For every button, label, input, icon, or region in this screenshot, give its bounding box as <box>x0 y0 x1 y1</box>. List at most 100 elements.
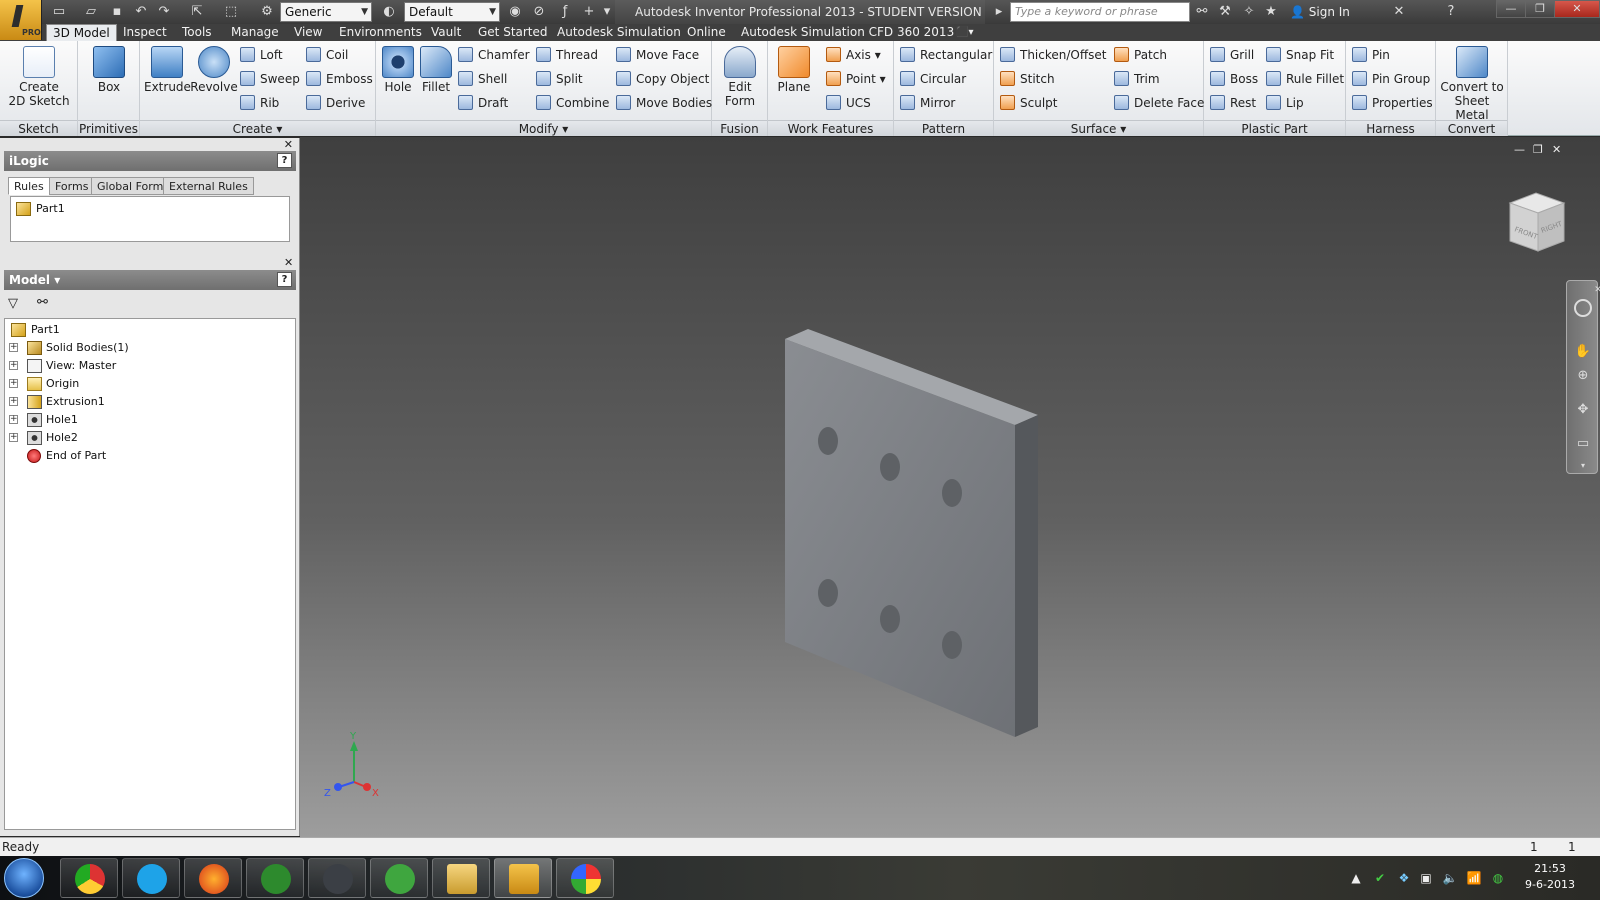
binoculars-icon[interactable]: ⚯ <box>1193 3 1211 21</box>
new-file-icon[interactable]: ▭ <box>50 3 68 21</box>
tab-autodesk-simulation[interactable]: Autodesk Simulation <box>551 24 687 41</box>
taskbar-chrome[interactable] <box>60 858 118 898</box>
show-hidden-icons-icon[interactable]: ▲ <box>1348 870 1364 886</box>
tab-forms[interactable]: Forms <box>49 177 95 195</box>
pin-button[interactable]: Pin <box>1352 45 1390 65</box>
expand-icon[interactable]: + <box>9 343 18 352</box>
sign-in-button[interactable]: 👤 Sign In <box>1290 0 1350 24</box>
mirror-button[interactable]: Mirror <box>900 93 955 113</box>
taskbar-hangouts[interactable] <box>370 858 428 898</box>
expand-icon[interactable]: + <box>9 379 18 388</box>
taskbar-explorer[interactable] <box>432 858 490 898</box>
tab-get-started[interactable]: Get Started <box>472 24 554 41</box>
dropbox-icon[interactable]: ❖ <box>1396 870 1412 886</box>
emboss-button[interactable]: Emboss <box>306 69 373 89</box>
close-ilogic-pane-icon[interactable]: ✕ <box>284 138 293 151</box>
box-button[interactable]: Box <box>84 46 134 94</box>
help-icon[interactable]: ? <box>277 153 292 168</box>
taskbar-paint[interactable] <box>556 858 614 898</box>
tab-manage[interactable]: Manage <box>225 24 285 41</box>
lip-button[interactable]: Lip <box>1266 93 1304 113</box>
create-2d-sketch-button[interactable]: Create 2D Sketch <box>4 46 74 108</box>
volume-muted-icon[interactable]: 🔈 <box>1442 870 1458 886</box>
expand-icon[interactable]: + <box>9 397 18 406</box>
tab-tools[interactable]: Tools <box>176 24 218 41</box>
tree-node-hole1[interactable]: + Hole1 <box>5 411 285 429</box>
clear-icon[interactable]: ⊘ <box>530 3 548 21</box>
hole-button[interactable]: Hole <box>380 46 416 94</box>
expand-icon[interactable]: + <box>9 361 18 370</box>
model-header[interactable]: Model ▾ ? <box>4 270 296 290</box>
tree-node-extrusion1[interactable]: + Extrusion1 <box>5 393 285 411</box>
derive-button[interactable]: Derive <box>306 93 365 113</box>
revolve-button[interactable]: Revolve <box>190 46 238 94</box>
plane-button[interactable]: Plane <box>772 46 816 94</box>
chamfer-button[interactable]: Chamfer <box>458 45 530 65</box>
extrude-button[interactable]: Extrude <box>144 46 191 94</box>
clock-time[interactable]: 21:53 <box>1510 862 1590 875</box>
axis-button[interactable]: Axis ▾ <box>826 45 881 65</box>
customize-icon[interactable]: ▾ <box>598 3 616 21</box>
customize-navbar-icon[interactable]: ▾ <box>1574 457 1592 475</box>
rest-button[interactable]: Rest <box>1210 93 1256 113</box>
grill-button[interactable]: Grill <box>1210 45 1254 65</box>
exchange-x-icon[interactable]: ✕ <box>1390 3 1408 21</box>
select-icon[interactable]: ⬚ <box>222 3 240 21</box>
tab-rules[interactable]: Rules <box>8 177 50 195</box>
move-face-button[interactable]: Move Face <box>616 45 699 65</box>
application-menu-button[interactable]: PRO <box>0 0 42 40</box>
shell-button[interactable]: Shell <box>458 69 507 89</box>
thread-button[interactable]: Thread <box>536 45 598 65</box>
return-icon[interactable]: ⇱ <box>188 3 206 21</box>
device-icon[interactable]: ▣ <box>1418 870 1434 886</box>
zoom-icon[interactable]: ⊕ <box>1574 367 1592 385</box>
taskbar-steam[interactable] <box>308 858 366 898</box>
add-icon[interactable]: + <box>580 3 598 21</box>
taskbar-utorrent[interactable] <box>246 858 304 898</box>
tab-simulation-cfd[interactable]: Autodesk Simulation CFD 360 2013 <box>735 24 960 41</box>
tree-node-origin[interactable]: + Origin <box>5 375 285 393</box>
draft-button[interactable]: Draft <box>458 93 508 113</box>
ucs-button[interactable]: UCS <box>826 93 871 113</box>
properties-button[interactable]: Properties <box>1352 93 1433 113</box>
help-search-input[interactable]: Type a keyword or phrase <box>1010 2 1190 22</box>
stitch-button[interactable]: Stitch <box>1000 69 1055 89</box>
trim-button[interactable]: Trim <box>1114 69 1160 89</box>
find-binoculars-icon[interactable]: ⚯ <box>37 295 48 310</box>
tab-external-rules[interactable]: External Rules <box>163 177 254 195</box>
play-icon[interactable]: ▸ <box>990 3 1008 21</box>
open-file-icon[interactable]: ▱ <box>82 3 100 21</box>
clock-date[interactable]: 9-6-2013 <box>1510 878 1590 891</box>
circular-pattern-button[interactable]: Circular <box>900 69 966 89</box>
communication-icon[interactable]: ✧ <box>1240 3 1258 21</box>
move-bodies-button[interactable]: Move Bodies <box>616 93 712 113</box>
style-combo[interactable]: Generic ▼ <box>280 2 372 22</box>
save-icon[interactable]: ▪ <box>108 3 126 21</box>
ribbon-options-icon[interactable]: ⬛▾ <box>950 24 979 41</box>
expand-icon[interactable]: + <box>9 433 18 442</box>
help-icon[interactable]: ? <box>277 272 292 287</box>
graphics-window[interactable]: — ❐ ✕ Y X Z FRONT RIGHT ✕ ✋ ⊕ ✥ ▭ ▾ <box>300 137 1600 837</box>
undo-icon[interactable]: ↶ <box>132 3 150 21</box>
start-button[interactable] <box>4 858 44 898</box>
combine-button[interactable]: Combine <box>536 93 609 113</box>
viewcube[interactable]: FRONT RIGHT <box>1502 189 1570 257</box>
loft-button[interactable]: Loft <box>240 45 283 65</box>
expand-icon[interactable]: + <box>9 415 18 424</box>
tab-view[interactable]: View <box>288 24 328 41</box>
minimize-window-button[interactable]: — <box>1496 0 1526 18</box>
update-icon[interactable]: ⚙ <box>258 3 276 21</box>
material-combo[interactable]: Default ▼ <box>404 2 500 22</box>
panel-label-create[interactable]: Create ▾ <box>140 120 375 136</box>
thicken-offset-button[interactable]: Thicken/Offset <box>1000 45 1106 65</box>
fx-parameters-icon[interactable]: ƒ <box>556 3 574 21</box>
tab-3d-model[interactable]: 3D Model <box>46 24 117 41</box>
steering-wheel-icon[interactable] <box>1574 299 1592 317</box>
rule-fillet-button[interactable]: Rule Fillet <box>1266 69 1344 89</box>
tab-vault[interactable]: Vault <box>425 24 467 41</box>
help-icon[interactable]: ? <box>1442 3 1460 21</box>
snap-fit-button[interactable]: Snap Fit <box>1266 45 1334 65</box>
restore-window-button[interactable]: ❐ <box>1525 0 1555 18</box>
convert-to-sheet-metal-button[interactable]: Convert to Sheet Metal <box>1438 46 1506 122</box>
model-plate[interactable]: Y X Z <box>300 137 1600 837</box>
